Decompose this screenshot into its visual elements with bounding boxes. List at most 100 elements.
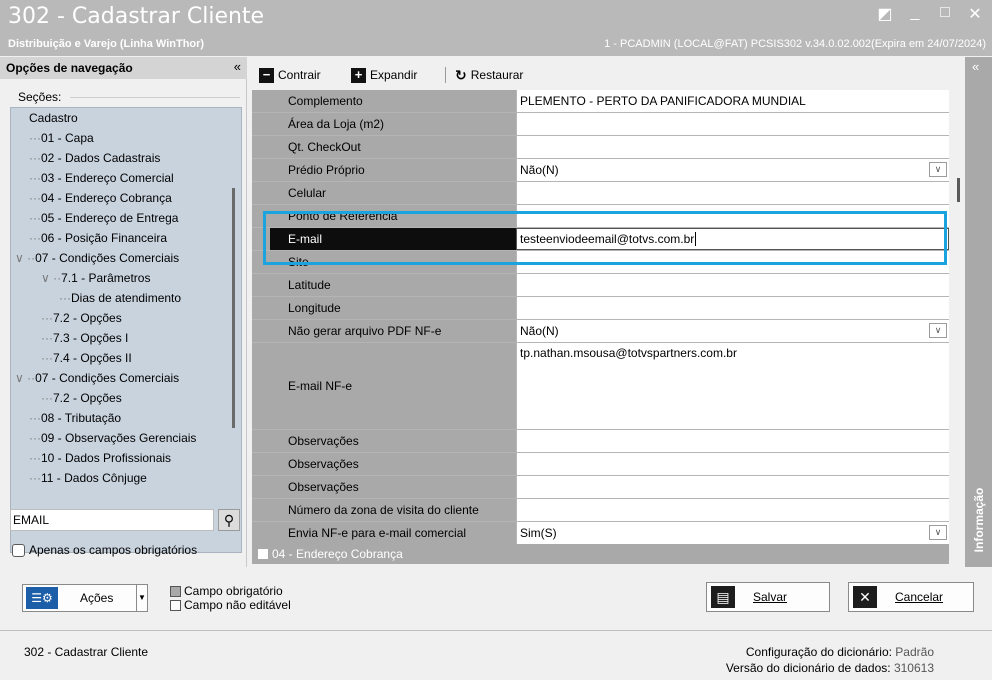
field-value-text: testeenviodeemail@totvs.com.br [520,232,695,246]
info-panel[interactable]: « Informação [965,57,992,567]
field-value-text: PLEMENTO - PERTO DA PANIFICADORA MUNDIAL [520,94,806,108]
field-value[interactable] [516,251,949,273]
tree-item[interactable]: ∨ ··07 - Condições Comerciais [15,368,179,388]
row-gutter [252,453,270,475]
expand-button[interactable]: + Expandir [351,65,417,85]
actions-button[interactable]: ☰⚙ Ações [22,584,147,612]
grid-row: Prédio Próprio Não(N) ∨ [252,159,949,182]
status-bar: 302 - Cadastrar Cliente Configuração do … [0,630,992,680]
field-value[interactable] [516,476,949,498]
field-value[interactable] [516,136,949,158]
actions-dropdown-icon[interactable]: ▼ [136,584,148,612]
field-value[interactable] [516,113,949,135]
tree-item[interactable]: Cadastro [29,108,78,128]
field-value[interactable] [516,499,949,521]
close-icon[interactable]: ✕ [966,4,984,24]
dict-version: Versão do dicionário de dados: 310613 [726,661,934,675]
field-label: Área da Loja (m2) [270,113,516,135]
field-value[interactable] [516,430,949,452]
tree-item[interactable]: ···05 - Endereço de Entrega [29,208,178,228]
cancel-button[interactable]: ✕ Cancelar [848,582,974,612]
grid-row: Ponto de Referência [252,205,949,228]
cancel-label: Cancelar [895,590,944,604]
grid-row: E-mail NF-e tp.nathan.msousa@totvspartner… [252,343,949,430]
field-value[interactable] [516,274,949,296]
collapse-button[interactable]: − Contrair [259,65,321,85]
only-required-option[interactable]: Apenas os campos obrigatórios [12,543,197,557]
tree-item[interactable]: ···7.3 - Opções I [41,328,128,348]
row-gutter [252,297,270,319]
chevron-down-icon[interactable]: ∨ [929,323,947,338]
field-value[interactable]: Não(N) ∨ [516,320,949,342]
field-value[interactable]: testeenviodeemail@totvs.com.br [516,228,949,250]
restore-icon[interactable]: ◩ [876,4,894,24]
field-value[interactable]: Não(N) ∨ [516,159,949,181]
status-screen-name: 302 - Cadastrar Cliente [24,645,149,659]
chevron-down-icon[interactable]: ∨ [929,525,947,540]
window-title: 302 - Cadastrar Cliente [8,4,265,29]
field-value[interactable]: PLEMENTO - PERTO DA PANIFICADORA MUNDIAL [516,90,949,112]
only-required-checkbox[interactable] [12,543,25,557]
field-value[interactable] [516,297,949,319]
field-value[interactable] [516,205,949,227]
grid-row: Não gerar arquivo PDF NF-e Não(N) ∨ [252,320,949,343]
actions-label: Ações [80,591,114,605]
row-gutter [252,90,270,112]
info-panel-label: Informação [972,487,986,553]
next-section-bar[interactable]: 04 - Endereço Cobrança [252,544,949,564]
grid-row: Latitude [252,274,949,297]
row-gutter [252,251,270,273]
tree-item[interactable]: ···Dias de atendimento [59,288,181,308]
tree-item[interactable]: ···7.2 - Opções [41,308,122,328]
only-required-label: Apenas os campos obrigatórios [29,543,198,557]
tree-guide: ··· [29,211,41,225]
field-value[interactable]: tp.nathan.msousa@totvspartners.com.br [516,343,949,429]
tree-item-label: 11 - Dados Cônjuge [41,471,147,485]
tree-item-label: 06 - Posição Financeira [41,231,168,245]
tree-guide: ··· [41,311,53,325]
sections-tree[interactable]: Cadastro ···01 - Capa ···02 - Dados Cadast… [10,107,242,553]
expand-panel-icon[interactable]: « [972,59,979,74]
field-value[interactable] [516,182,949,204]
tree-scrollbar[interactable] [232,188,235,428]
restore-button[interactable]: ↻ Restaurar [455,65,523,85]
tree-item[interactable]: ···02 - Dados Cadastrais [29,148,160,168]
tree-item[interactable]: ···01 - Capa [29,128,94,148]
save-label: Salvar [753,590,788,604]
chevron-down-icon[interactable]: ∨ [929,162,947,177]
tree-item[interactable]: ···7.2 - Opções [41,388,122,408]
tree-item[interactable]: ∨ ··07 - Condições Comerciais [15,248,179,268]
tree-item[interactable]: ···06 - Posição Financeira [29,228,167,248]
field-label: Observações [270,453,516,475]
tree-item[interactable]: ···11 - Dados Cônjuge [29,468,147,488]
tree-item[interactable]: ···10 - Dados Profissionais [29,448,171,468]
tree-item[interactable]: ···03 - Endereço Comercial [29,168,174,188]
grid-row: Site [252,251,949,274]
grid-scrollbar[interactable] [957,178,960,202]
tree-item[interactable]: ···08 - Tributação [29,408,121,428]
collapse-panel-icon[interactable]: « [234,59,241,74]
search-input[interactable]: EMAIL [10,509,214,531]
grid-row: Celular [252,182,949,205]
row-gutter [252,136,270,158]
field-value[interactable]: Sim(S) ∨ [516,522,949,544]
maximize-icon[interactable]: □ [936,4,954,24]
tree-item[interactable]: ∨ ··7.1 - Parâmetros [41,268,150,288]
save-button[interactable]: ▤ Salvar [706,582,830,612]
tree-guide: ··· [29,411,41,425]
field-label: E-mail NF-e [270,343,516,429]
minimize-icon[interactable]: _ [906,4,924,24]
field-value[interactable] [516,453,949,475]
field-label: Site [270,251,516,273]
section-collapse-icon[interactable] [258,549,268,559]
tree-item[interactable]: ···04 - Endereço Cobrança [29,188,172,208]
row-gutter [252,343,270,429]
tree-item[interactable]: ···09 - Observações Gerenciais [29,428,196,448]
row-gutter [252,499,270,521]
field-label: Número da zona de visita do cliente [270,499,516,521]
tree-item[interactable]: ···7.4 - Opções II [41,348,132,368]
expand-label: Expandir [370,68,418,82]
search-icon[interactable]: ⚲ [218,509,240,531]
field-label: Envia NF-e para e-mail comercial [270,522,516,544]
plus-icon: + [351,67,366,83]
